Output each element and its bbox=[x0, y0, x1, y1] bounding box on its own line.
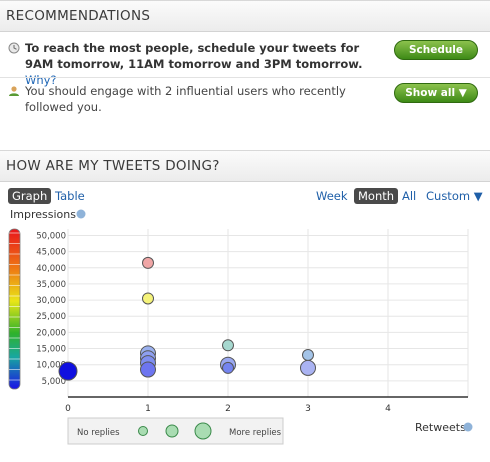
recommendation-text: To reach the most people, schedule your … bbox=[25, 41, 363, 87]
y-tick-label: 40,000 bbox=[36, 264, 66, 274]
y-tick-label: 30,000 bbox=[36, 296, 66, 306]
recommendation-text: You should engage with 2 influential use… bbox=[25, 84, 346, 114]
data-points bbox=[58, 256, 316, 381]
tab-table[interactable]: Table bbox=[51, 188, 89, 204]
schedule-button[interactable]: Schedule bbox=[394, 40, 478, 60]
data-point bbox=[302, 349, 314, 361]
tab-all[interactable]: All bbox=[398, 188, 420, 204]
data-point bbox=[222, 339, 234, 352]
size-legend-medium bbox=[165, 424, 179, 438]
recommendation-schedule: To reach the most people, schedule your … bbox=[0, 40, 490, 87]
tab-custom[interactable]: Custom ▼ bbox=[422, 188, 487, 204]
y-tick-label: 20,000 bbox=[36, 328, 66, 338]
data-point bbox=[140, 361, 156, 378]
x-tick-label: 0 bbox=[65, 404, 71, 414]
data-point bbox=[58, 361, 78, 381]
y-tick-label: 35,000 bbox=[36, 280, 66, 290]
y-tick-label: 45,000 bbox=[36, 248, 66, 258]
x-tick-labels: 0 1 2 3 4 bbox=[65, 404, 391, 414]
x-axis-label: Retweets bbox=[415, 421, 466, 434]
y-axis-label: Impressions bbox=[10, 208, 76, 221]
data-point bbox=[300, 359, 316, 376]
y-tick-label: 50,000 bbox=[36, 231, 66, 241]
data-point bbox=[142, 292, 154, 305]
tab-graph[interactable]: Graph bbox=[8, 188, 52, 204]
divider bbox=[0, 77, 490, 78]
users-icon bbox=[9, 86, 19, 96]
help-icon[interactable] bbox=[76, 209, 86, 219]
help-icon[interactable] bbox=[463, 422, 473, 432]
size-legend-small bbox=[138, 426, 148, 436]
y-tick-labels: 5,00010,00015,00020,00025,00030,00035,00… bbox=[36, 231, 66, 386]
tweets-header: HOW ARE MY TWEETS DOING? bbox=[0, 150, 490, 182]
tab-month[interactable]: Month bbox=[354, 188, 399, 204]
impressions-chart: Impressions 5,000 10,000 15,000 20,000 25,00… bbox=[0, 205, 490, 462]
chart-grid bbox=[67, 229, 469, 398]
x-tick-label: 4 bbox=[385, 404, 391, 414]
data-point bbox=[222, 361, 234, 374]
tab-week[interactable]: Week bbox=[312, 188, 352, 204]
clock-icon bbox=[8, 42, 20, 54]
recommendations-title: RECOMMENDATIONS bbox=[6, 8, 151, 24]
data-point bbox=[142, 256, 154, 269]
show-all-button[interactable]: Show all ▼ bbox=[394, 83, 478, 103]
size-legend-low-label: No replies bbox=[77, 428, 120, 438]
y-tick-label: 25,000 bbox=[36, 312, 66, 322]
size-legend-high-label: More replies bbox=[229, 428, 282, 438]
recommendations-header: RECOMMENDATIONS bbox=[0, 0, 490, 32]
y-tick-label: 15,000 bbox=[36, 345, 66, 355]
tweets-title: HOW ARE MY TWEETS DOING? bbox=[6, 158, 220, 174]
x-tick-label: 2 bbox=[225, 404, 231, 414]
x-tick-label: 1 bbox=[145, 404, 151, 414]
color-scale-bar bbox=[8, 228, 21, 390]
size-legend-large bbox=[194, 422, 212, 440]
recommendation-engage: You should engage with 2 influential use… bbox=[0, 83, 490, 119]
x-tick-label: 3 bbox=[305, 404, 311, 414]
